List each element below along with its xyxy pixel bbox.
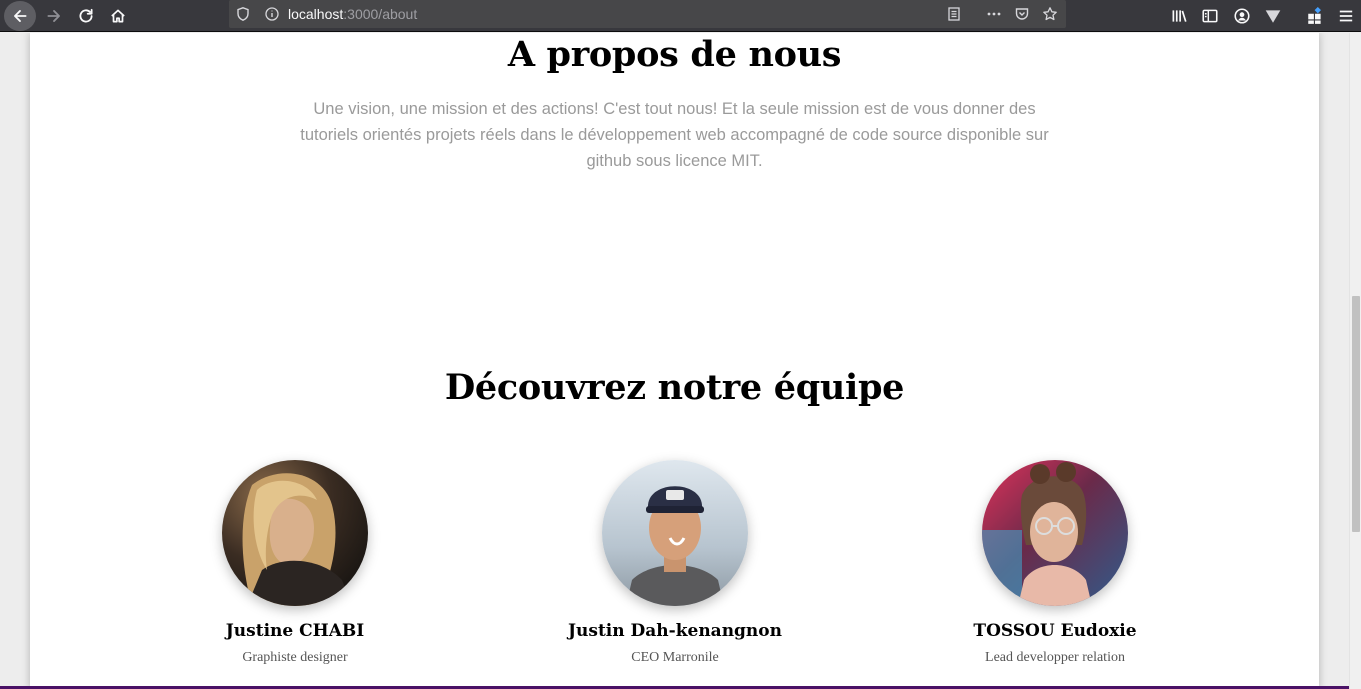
account-icon [1234,8,1250,24]
account-button[interactable] [1228,3,1256,29]
member-name: Justine CHABI [225,621,365,641]
reload-button[interactable] [72,3,100,29]
team-member-card: Justine CHABI Graphiste designer [145,460,445,667]
sidebar-button[interactable] [1196,3,1224,29]
v-shield-icon [1265,10,1281,23]
site-info-icon[interactable] [263,5,281,23]
vpn-extension-button[interactable] [1259,3,1287,29]
scrollbar-thumb[interactable] [1352,296,1360,532]
member-role: CEO Marronile [631,650,719,665]
sidebar-icon [1202,9,1218,23]
page-actions-icon[interactable] [985,5,1003,23]
home-button[interactable] [104,3,132,29]
member-name: Justin Dah-kenangnon [567,621,782,641]
about-title: A propos de nous [507,34,842,75]
avatar [602,460,748,606]
team-title: Découvrez notre équipe [444,367,905,408]
member-role: Graphiste designer [242,650,348,665]
arrow-left-icon [14,10,27,22]
url-host: localhost [288,6,344,22]
page-content: A propos de nous Une vision, une mission… [30,33,1319,689]
page-viewport: A propos de nous Une vision, une mission… [0,33,1349,689]
forward-button[interactable] [40,3,68,29]
url-path: :3000/about [343,6,418,22]
extensions-icon [1308,7,1321,24]
url-text[interactable]: localhost:3000/about [288,5,417,23]
vertical-scrollbar[interactable] [1349,33,1361,689]
bookmark-star-icon[interactable] [1041,5,1059,23]
hamburger-menu-icon [1339,10,1353,22]
about-description: Une vision, une mission et des actions! … [300,100,1049,170]
team-member-card: TOSSOU Eudoxie Lead developper relation [905,460,1205,667]
member-role: Lead developper relation [985,650,1125,665]
pocket-icon[interactable] [1013,5,1031,23]
menu-button[interactable] [1332,3,1360,29]
url-bar[interactable]: localhost:3000/about [229,0,1066,28]
member-name: TOSSOU Eudoxie [973,621,1137,641]
avatar [982,460,1128,606]
team-member-card: Justin Dah-kenangnon CEO Marronile [525,460,825,667]
reload-icon [79,8,93,23]
reader-view-icon[interactable] [945,5,963,23]
browser-toolbar: localhost:3000/about [0,0,1361,32]
home-icon [111,9,125,23]
extensions-button[interactable] [1301,3,1329,29]
tracking-shield-icon[interactable] [234,5,252,23]
library-icon [1172,10,1187,22]
avatar [222,460,368,606]
back-button[interactable] [4,1,36,31]
library-button[interactable] [1165,3,1193,29]
arrow-right-icon [47,10,60,22]
